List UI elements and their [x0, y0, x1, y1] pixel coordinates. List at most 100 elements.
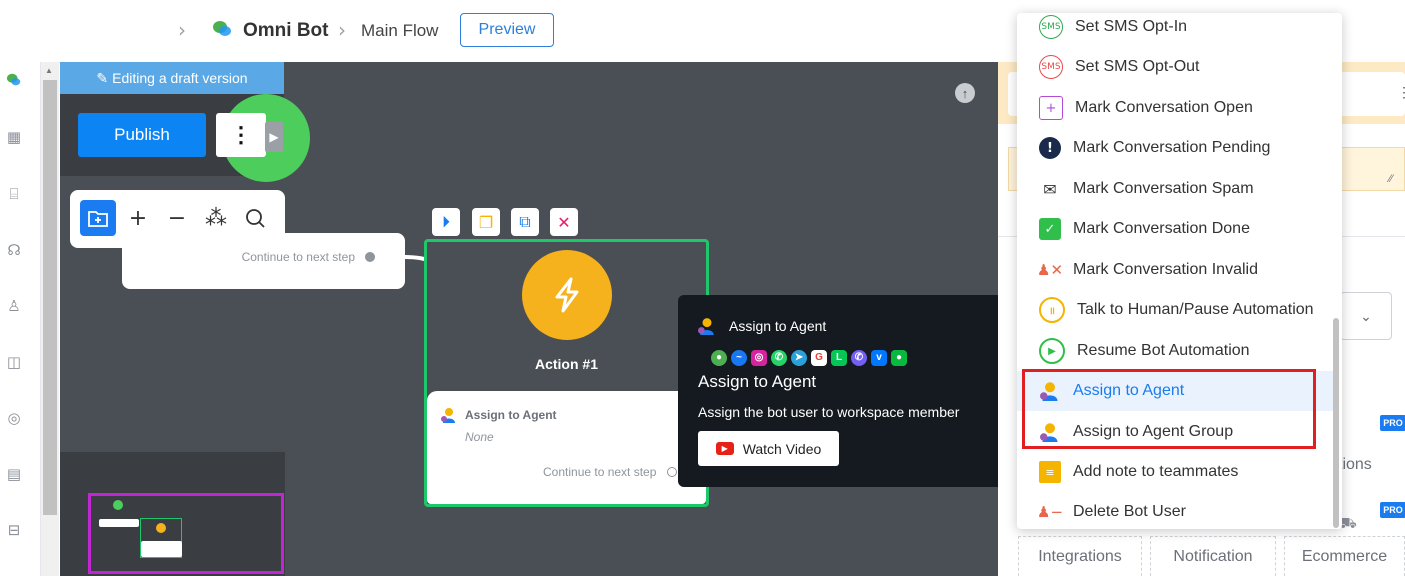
help-icon[interactable]: ◎: [6, 409, 22, 427]
bot-chat-icon: [212, 20, 232, 38]
conversation-pending-icon: !: [1039, 137, 1061, 159]
conversation-open-icon: +: [1039, 96, 1063, 120]
tooltip-description: Assign the bot user to workspace member: [698, 404, 960, 420]
zoom-out-icon[interactable]: −: [159, 200, 195, 236]
scroll-up-arrow[interactable]: ▲: [45, 66, 53, 75]
more-icon[interactable]: ⋮: [1397, 84, 1405, 101]
menu-item-conversation-invalid[interactable]: ♟✕ Mark Conversation Invalid: [1017, 250, 1333, 290]
menu-item-label: Talk to Human/Pause Automation: [1077, 301, 1314, 318]
left-rail: ▦ ⌸ ☊ ♙ ◫ ◎ ▤ ⊟: [0, 62, 41, 576]
note-icon: ≡: [1039, 461, 1061, 483]
menu-item-delete-bot-user[interactable]: ♟− Delete Bot User: [1017, 492, 1333, 529]
menu-item-conversation-spam[interactable]: ✉ Mark Conversation Spam: [1017, 169, 1333, 209]
breadcrumb-separator: ›: [338, 18, 346, 42]
dashboard-icon[interactable]: ▦: [6, 128, 22, 146]
auto-arrange-icon[interactable]: ⁂: [198, 200, 234, 236]
menu-scrollbar[interactable]: [1333, 318, 1339, 528]
menu-item-label: Resume Bot Automation: [1077, 342, 1250, 359]
broadcast-icon[interactable]: ⌸: [6, 185, 22, 203]
menu-item-label: Mark Conversation Invalid: [1073, 261, 1258, 278]
action-title: Action #1: [534, 356, 598, 372]
add-folder-icon[interactable]: [80, 200, 116, 236]
chat-icon[interactable]: [6, 72, 22, 88]
menu-item-label: Mark Conversation Done: [1073, 220, 1250, 237]
action-menu: SMS Set SMS Opt-In SMS Set SMS Opt-Out +…: [1017, 13, 1342, 529]
edit-icon: ✎: [96, 69, 109, 86]
menu-item-label: Add note to teammates: [1073, 463, 1239, 480]
menu-item-label: Mark Conversation Pending: [1073, 139, 1271, 156]
menu-item-sms-opt-in[interactable]: SMS Set SMS Opt-In: [1017, 13, 1333, 47]
publish-button[interactable]: Publish: [78, 113, 206, 157]
inbox-icon[interactable]: ◫: [6, 353, 22, 371]
action-card[interactable]: Assign to Agent None Continue to next st…: [427, 391, 706, 504]
minimap-start-node: [113, 500, 123, 510]
breadcrumb-separator: ›: [178, 18, 186, 42]
pro-badge: PRO: [1380, 502, 1405, 518]
tooltip-title: Assign to Agent: [698, 372, 817, 391]
more-options-button[interactable]: ⋮: [216, 113, 266, 157]
partial-card-text: tions: [1338, 456, 1372, 473]
preview-button[interactable]: Preview: [460, 13, 554, 47]
whatsapp-icon: ✆: [771, 350, 787, 366]
minimap-node: [99, 519, 139, 527]
wechat-icon: ●: [891, 350, 907, 366]
lightning-icon: [522, 250, 612, 340]
delete-user-icon: ♟−: [1037, 503, 1064, 521]
search-icon[interactable]: [237, 200, 273, 236]
chevron-down-icon: ⌄: [1360, 307, 1372, 324]
copy-node-icon[interactable]: ❐: [472, 208, 500, 236]
action-card-value: None: [465, 430, 494, 444]
resize-handle-icon[interactable]: ⁄⁄: [1389, 173, 1393, 185]
menu-item-resume-automation[interactable]: ▶ Resume Bot Automation: [1017, 331, 1333, 371]
menu-item-conversation-open[interactable]: + Mark Conversation Open: [1017, 88, 1333, 128]
duplicate-node-icon[interactable]: ⧉: [511, 208, 539, 236]
connector-dot[interactable]: [365, 252, 375, 262]
upload-icon[interactable]: ↑: [955, 83, 975, 103]
line-icon: L: [831, 350, 847, 366]
conversation-spam-icon: ✉: [1043, 179, 1057, 199]
menu-item-sms-opt-out[interactable]: SMS Set SMS Opt-Out: [1017, 47, 1333, 87]
agent-icon: [698, 317, 716, 340]
scrollbar-thumb[interactable]: [43, 80, 57, 515]
contacts-icon[interactable]: ♙: [6, 297, 22, 315]
viber-icon: ✆: [851, 350, 867, 366]
connector-dot[interactable]: [667, 467, 677, 477]
menu-item-conversation-pending[interactable]: ! Mark Conversation Pending: [1017, 128, 1333, 168]
tab-ecommerce[interactable]: Ecommerce: [1284, 536, 1405, 576]
conversation-done-icon: ✓: [1039, 218, 1061, 240]
menu-item-label: Mark Conversation Open: [1075, 99, 1253, 116]
action-card-title: Assign to Agent: [465, 408, 557, 422]
menu-item-conversation-done[interactable]: ✓ Mark Conversation Done: [1017, 209, 1333, 249]
delete-node-icon[interactable]: ✕: [550, 208, 578, 236]
zoom-in-icon[interactable]: +: [120, 200, 156, 236]
webchat-icon: ●: [711, 350, 727, 366]
start-node[interactable]: Continue to next step: [122, 233, 405, 289]
google-icon: G: [811, 350, 827, 366]
continue-label: Continue to next step: [543, 465, 657, 479]
support-icon[interactable]: ☊: [6, 241, 22, 259]
reports-icon[interactable]: ▤: [6, 465, 22, 483]
tooltip-header: Assign to Agent: [729, 318, 827, 334]
pause-automation-icon: ॥: [1039, 297, 1065, 323]
play-node-icon[interactable]: ⏵: [432, 208, 460, 236]
menu-item-pause-automation[interactable]: ॥ Talk to Human/Pause Automation: [1017, 290, 1333, 330]
sms-optin-icon: SMS: [1039, 15, 1063, 39]
sms-optout-icon: SMS: [1039, 55, 1063, 79]
watch-video-label: Watch Video: [742, 440, 822, 457]
archive-icon[interactable]: ⊟: [6, 521, 22, 539]
menu-item-label: Set SMS Opt-In: [1075, 18, 1188, 35]
right-panel-select[interactable]: ⌄: [1340, 292, 1392, 340]
flow-name[interactable]: Main Flow: [361, 21, 438, 41]
resume-automation-icon: ▶: [1039, 338, 1065, 364]
tab-notification[interactable]: Notification: [1150, 536, 1276, 576]
menu-item-add-note[interactable]: ≡ Add note to teammates: [1017, 452, 1333, 492]
instagram-icon: ◎: [751, 350, 767, 366]
draft-label: Editing a draft version: [112, 70, 248, 86]
watch-video-button[interactable]: ▶ Watch Video: [698, 431, 839, 466]
agent-icon: [441, 407, 457, 428]
play-icon[interactable]: ▶: [265, 122, 283, 152]
menu-item-label: Set SMS Opt-Out: [1075, 58, 1200, 75]
tab-integrations[interactable]: Integrations: [1018, 536, 1142, 576]
bot-name[interactable]: Omni Bot: [243, 20, 329, 42]
draft-banner: ✎ Editing a draft version: [60, 62, 284, 94]
